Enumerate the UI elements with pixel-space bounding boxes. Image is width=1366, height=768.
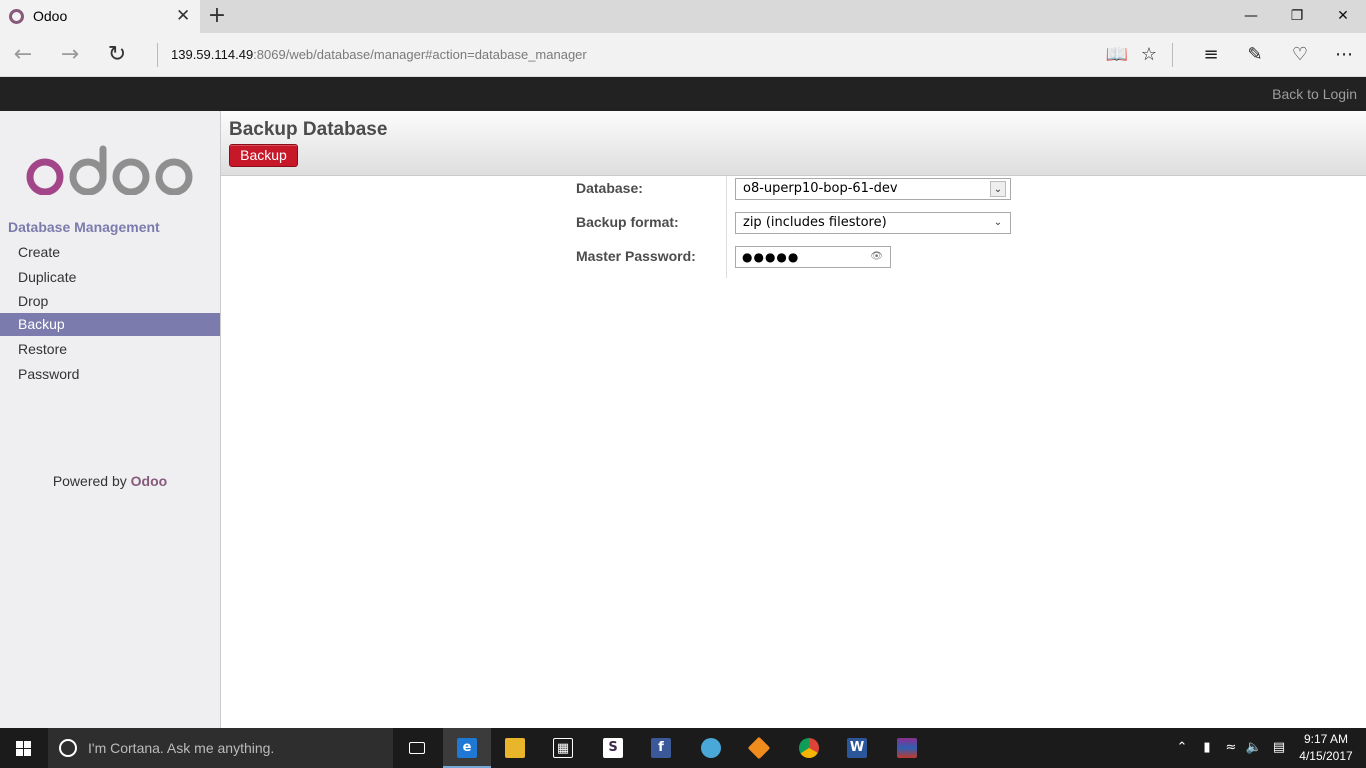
favorite-star-icon[interactable]: ☆ <box>1135 41 1163 69</box>
sidebar: Database Management Create Duplicate Dro… <box>0 111 221 728</box>
database-select[interactable]: o8-uperp10-bop-61-dev ⌄ <box>735 178 1011 200</box>
back-icon[interactable]: ← <box>7 39 39 71</box>
taskbar-globe-icon[interactable] <box>687 728 735 768</box>
browser-tab-bar: Odoo ✕ + — ❐ ✕ <box>0 0 1366 33</box>
windows-logo-part <box>24 741 31 748</box>
tab-close-icon[interactable]: ✕ <box>176 6 190 26</box>
taskbar-winrar-icon[interactable] <box>883 728 931 768</box>
content-header: Backup Database Backup <box>221 111 1366 176</box>
taskbar-slack-icon[interactable]: S <box>589 728 637 768</box>
powered-by-brand-link[interactable]: Odoo <box>131 473 168 489</box>
form-divider <box>726 176 727 278</box>
start-button[interactable] <box>0 728 48 768</box>
taskbar-chrome-icon[interactable] <box>785 728 833 768</box>
hub-icon[interactable]: ≡ <box>1197 41 1225 69</box>
master-password-input[interactable]: ●●●●● 👁 <box>735 246 891 268</box>
url-path: :8069/web/database/manager#action=databa… <box>253 47 587 62</box>
volume-icon[interactable]: 🔈 <box>1244 738 1264 758</box>
back-to-login-link[interactable]: Back to Login <box>1272 86 1357 102</box>
odoo-favicon-icon <box>9 9 24 24</box>
sidebar-item-drop[interactable]: Drop <box>0 290 220 313</box>
tab-title: Odoo <box>33 8 68 24</box>
sidebar-item-restore[interactable]: Restore <box>0 338 220 361</box>
windows-logo-icon <box>16 741 23 748</box>
web-note-icon[interactable]: ✎ <box>1241 41 1269 69</box>
odoo-logo-icon <box>26 145 193 195</box>
show-hidden-icons-icon[interactable]: ⌃ <box>1173 738 1191 758</box>
taskbar-store-icon[interactable]: ▦ <box>539 728 587 768</box>
taskbar-word-icon[interactable]: W <box>833 728 881 768</box>
clock-time: 9:17 AM <box>1303 732 1349 746</box>
minimize-button[interactable]: — <box>1228 0 1274 33</box>
taskbar-facebook-icon[interactable]: f <box>637 728 685 768</box>
sidebar-item-backup[interactable]: Backup <box>0 313 220 336</box>
sidebar-heading: Database Management <box>8 219 160 235</box>
browser-tab[interactable]: Odoo ✕ <box>0 0 200 33</box>
browser-address-bar: ← → ↻ 139.59.114.49:8069/web/database/ma… <box>0 33 1366 77</box>
taskbar-clock[interactable]: 9:17 AM 4/15/2017 <box>1296 731 1356 765</box>
restore-button[interactable]: ❐ <box>1274 0 1320 33</box>
backup-format-select-value: zip (includes filestore) <box>743 215 887 230</box>
windows-logo-part <box>24 749 31 756</box>
wifi-icon[interactable]: ≈ <box>1221 738 1241 758</box>
powered-by: Powered by Odoo <box>0 473 220 489</box>
action-center-icon[interactable]: ▤ <box>1268 738 1290 758</box>
backup-format-label: Backup format: <box>576 214 679 230</box>
page-title: Backup Database <box>229 119 388 140</box>
url-field[interactable]: 139.59.114.49:8069/web/database/manager#… <box>171 47 587 62</box>
clock-date: 4/15/2017 <box>1299 749 1353 763</box>
sidebar-item-password[interactable]: Password <box>0 363 220 386</box>
sidebar-item-create[interactable]: Create <box>0 241 220 264</box>
taskbar-orange-app-icon[interactable] <box>735 728 783 768</box>
cortana-placeholder: I'm Cortana. Ask me anything. <box>88 740 275 756</box>
master-password-label: Master Password: <box>576 248 696 264</box>
sidebar-item-duplicate[interactable]: Duplicate <box>0 266 220 289</box>
backup-button[interactable]: Backup <box>229 144 298 167</box>
forward-icon[interactable]: → <box>54 39 86 71</box>
backup-form: Database: o8-uperp10-bop-61-dev ⌄ Backup… <box>565 176 1025 278</box>
reading-view-icon[interactable]: 📖 <box>1103 41 1131 69</box>
task-view-icon[interactable] <box>393 728 441 768</box>
cortana-icon <box>59 739 77 757</box>
window-close-button[interactable]: ✕ <box>1320 0 1366 33</box>
reveal-password-icon[interactable]: 👁 <box>870 247 884 267</box>
odoo-top-bar: Back to Login <box>0 77 1366 111</box>
chevron-down-icon: ⌄ <box>993 217 1003 228</box>
more-icon[interactable]: ⋯ <box>1330 41 1358 69</box>
master-password-value: ●●●●● <box>742 250 800 264</box>
windows-taskbar: I'm Cortana. Ask me anything. e ▦ S f W … <box>0 728 1366 768</box>
backup-format-select[interactable]: zip (includes filestore) ⌄ <box>735 212 1011 234</box>
url-separator <box>157 43 158 67</box>
database-select-value: o8-uperp10-bop-61-dev <box>743 181 898 196</box>
taskbar-file-explorer-icon[interactable] <box>491 728 539 768</box>
database-label: Database: <box>576 180 643 196</box>
chevron-down-icon: ⌄ <box>990 181 1006 197</box>
windows-logo-part <box>16 749 23 756</box>
url-host: 139.59.114.49 <box>171 47 254 62</box>
cortana-search-box[interactable]: I'm Cortana. Ask me anything. <box>48 728 393 768</box>
battery-icon[interactable]: ▮ <box>1197 738 1217 758</box>
taskbar-edge-icon[interactable]: e <box>443 728 491 768</box>
powered-by-prefix: Powered by <box>52 473 131 489</box>
share-icon[interactable]: ♡ <box>1286 41 1314 69</box>
toolbar-separator <box>1172 43 1173 67</box>
new-tab-button[interactable]: + <box>205 2 229 30</box>
refresh-icon[interactable]: ↻ <box>101 39 133 71</box>
